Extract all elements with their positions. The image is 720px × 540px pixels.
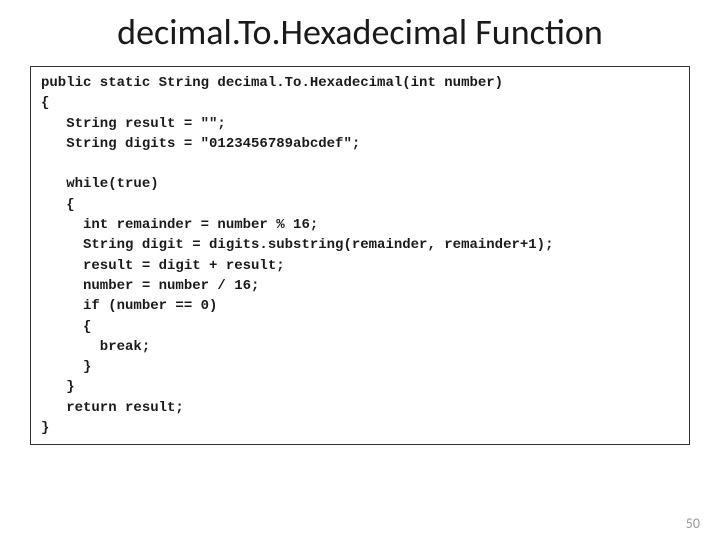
slide-title: decimal.To.Hexadecimal Function <box>30 10 690 54</box>
slide: decimal.To.Hexadecimal Function public s… <box>0 0 720 540</box>
page-number: 50 <box>686 515 700 532</box>
code-box: public static String decimal.To.Hexadeci… <box>30 66 690 445</box>
code-block: public static String decimal.To.Hexadeci… <box>41 73 679 438</box>
